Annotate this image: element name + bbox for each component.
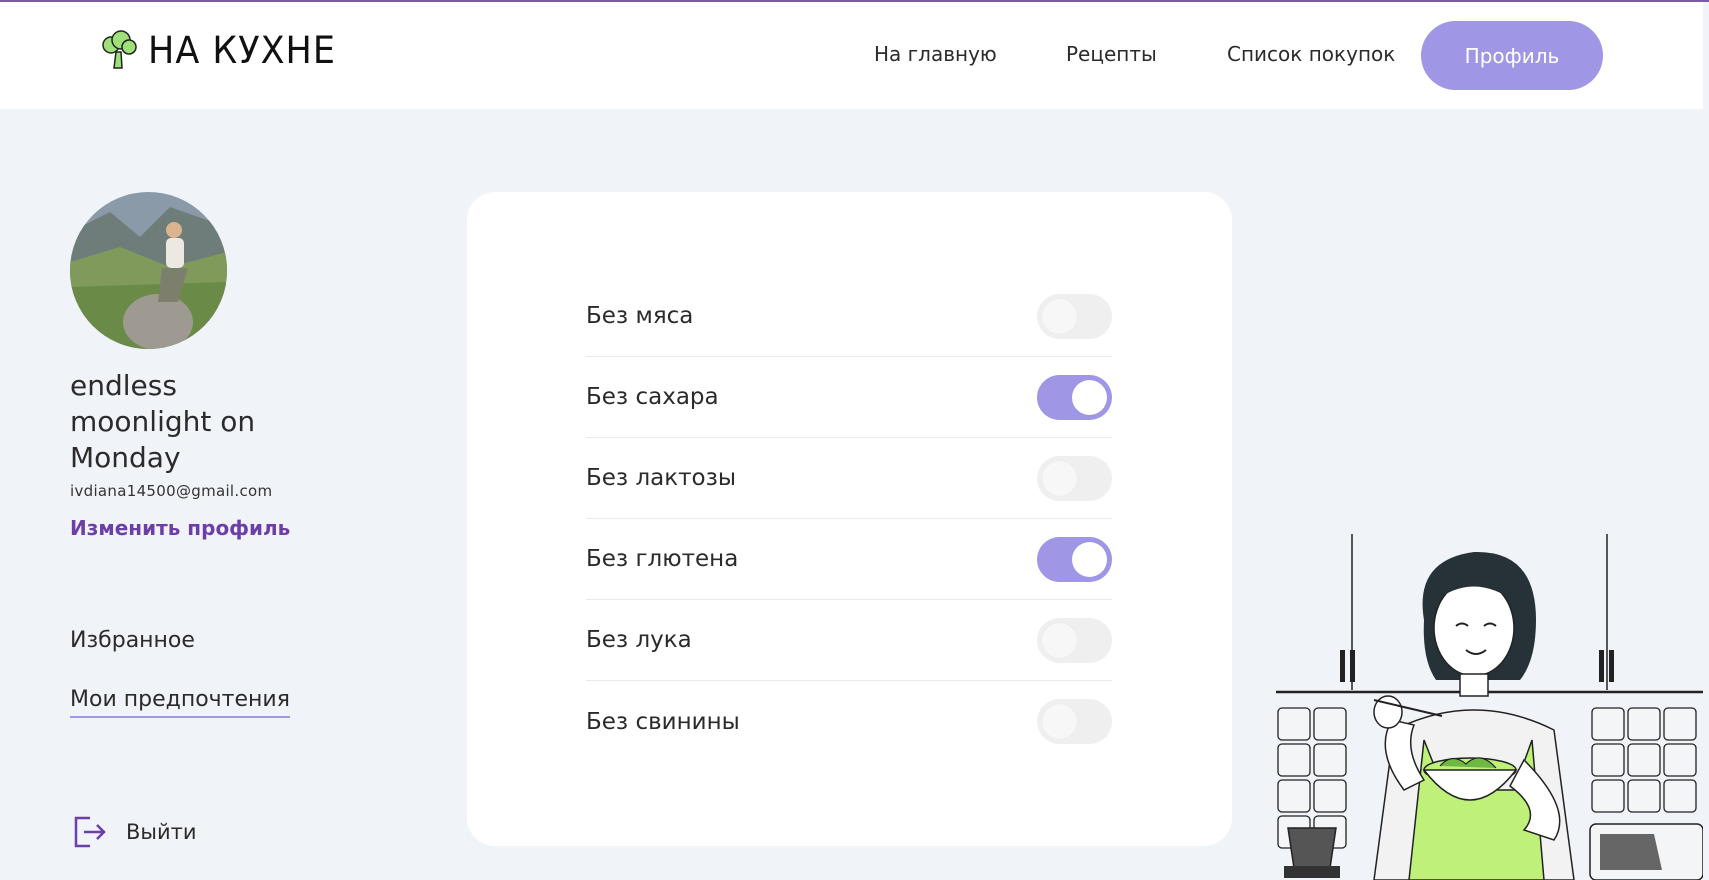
logo-text: НА КУХНЕ bbox=[148, 29, 336, 73]
preference-row: Без сахара bbox=[586, 357, 1112, 438]
nav-home[interactable]: На главную bbox=[874, 42, 997, 66]
preference-row: Без глютена bbox=[586, 519, 1112, 600]
preference-label: Без мяса bbox=[586, 303, 694, 329]
profile-email: ivdiana14500@gmail.com bbox=[70, 482, 273, 500]
sidebar-item-preferences[interactable]: Мои предпочтения bbox=[70, 687, 290, 718]
preference-toggle[interactable] bbox=[1037, 699, 1112, 744]
logout-label: Выйти bbox=[126, 820, 197, 844]
site-logo[interactable]: НА КУХНЕ bbox=[98, 29, 336, 73]
preference-row: Без лука bbox=[586, 600, 1112, 681]
preference-row: Без лактозы bbox=[586, 438, 1112, 519]
preference-label: Без лука bbox=[586, 627, 692, 653]
preference-toggle[interactable] bbox=[1037, 617, 1112, 663]
toggle-knob bbox=[1042, 704, 1077, 739]
preference-toggle[interactable] bbox=[1037, 455, 1112, 501]
toggle-knob bbox=[1072, 379, 1107, 415]
preference-row: Без мяса bbox=[586, 276, 1112, 357]
preferences-list: Без мяса Без сахара Без лактозы Без глют… bbox=[586, 276, 1112, 762]
toggle-knob bbox=[1042, 298, 1077, 334]
preference-label: Без глютена bbox=[586, 546, 739, 572]
logout-icon bbox=[74, 816, 106, 848]
avatar bbox=[70, 192, 227, 349]
site-header: НА КУХНЕ На главную Рецепты Список покуп… bbox=[0, 2, 1703, 109]
sidebar-item-favorites[interactable]: Избранное bbox=[70, 628, 195, 653]
profile-button[interactable]: Профиль bbox=[1421, 21, 1603, 90]
preference-row: Без свинины bbox=[586, 681, 1112, 762]
nav-recipes[interactable]: Рецепты bbox=[1066, 42, 1157, 66]
toggle-knob bbox=[1042, 622, 1077, 658]
preference-toggle[interactable] bbox=[1037, 293, 1112, 339]
toggle-knob bbox=[1042, 460, 1077, 496]
edit-profile-link[interactable]: Изменить профиль bbox=[70, 516, 290, 540]
preference-toggle[interactable] bbox=[1037, 536, 1112, 582]
preference-toggle[interactable] bbox=[1037, 374, 1112, 420]
toggle-knob bbox=[1072, 541, 1107, 577]
broccoli-icon bbox=[102, 30, 137, 69]
profile-name: endless moonlight on Monday bbox=[70, 369, 256, 474]
preference-label: Без лактозы bbox=[586, 465, 737, 491]
logout-button[interactable]: Выйти bbox=[72, 814, 197, 850]
nav-shopping-list[interactable]: Список покупок bbox=[1227, 42, 1395, 66]
preference-label: Без сахара bbox=[586, 384, 719, 410]
preference-label: Без свинины bbox=[586, 708, 740, 735]
preferences-card: Без мяса Без сахара Без лактозы Без глют… bbox=[467, 192, 1232, 846]
woman-eating-salad-illustration bbox=[1276, 534, 1703, 880]
